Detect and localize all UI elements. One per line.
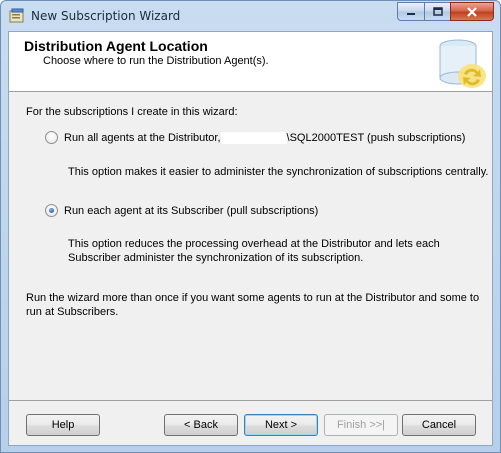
maximize-button[interactable] — [424, 2, 450, 21]
title-bar[interactable]: New Subscription Wizard — [1, 1, 500, 31]
database-subscription-icon — [439, 39, 486, 88]
push-option[interactable]: Run all agents at the Distributor, \SQL2… — [45, 131, 465, 144]
page-title: Distribution Agent Location — [24, 38, 208, 54]
pull-option-description-line1: This option reduces the processing overh… — [68, 238, 440, 250]
push-option-label-suffix: \SQL2000TEST (push subscriptions) — [286, 131, 466, 144]
close-button[interactable] — [450, 2, 494, 21]
next-button[interactable]: Next > — [244, 414, 318, 436]
footer-divider — [9, 400, 492, 401]
pull-option-description-line2: Subscriber administer the synchronizatio… — [68, 252, 364, 264]
push-option-radio[interactable] — [45, 131, 58, 144]
minimize-icon — [407, 12, 415, 15]
note-line2: run at Subscribers. — [26, 306, 119, 318]
pull-option-radio[interactable] — [45, 204, 58, 217]
cancel-button[interactable]: Cancel — [402, 414, 476, 436]
back-button[interactable]: < Back — [164, 414, 238, 436]
close-icon — [467, 6, 477, 17]
intro-text: For the subscriptions I create in this w… — [26, 106, 238, 118]
pull-option-label: Run each agent at its Subscriber (pull s… — [64, 204, 319, 217]
wizard-client-area: Distribution Agent Location Choose where… — [8, 31, 493, 446]
wizard-window: New Subscription Wizard Distribution Age… — [0, 0, 501, 453]
pull-option[interactable]: Run each agent at its Subscriber (pull s… — [45, 204, 318, 217]
help-button[interactable]: Help — [26, 414, 100, 436]
page-subtitle: Choose where to run the Distribution Age… — [43, 55, 269, 67]
minimize-button[interactable] — [397, 2, 424, 21]
window-title: New Subscription Wizard — [31, 9, 181, 23]
wizard-header: Distribution Agent Location Choose where… — [9, 32, 492, 92]
maximize-icon — [432, 7, 443, 16]
wizard-app-icon — [9, 8, 24, 23]
caption-buttons — [397, 2, 494, 22]
push-option-description: This option makes it easier to administe… — [68, 166, 489, 178]
finish-button[interactable]: Finish >>| — [324, 414, 398, 436]
note-line1: Run the wizard more than once if you wan… — [26, 292, 480, 304]
redacted-server-name — [220, 131, 287, 144]
push-option-label-prefix: Run all agents at the Distributor, — [64, 131, 221, 144]
